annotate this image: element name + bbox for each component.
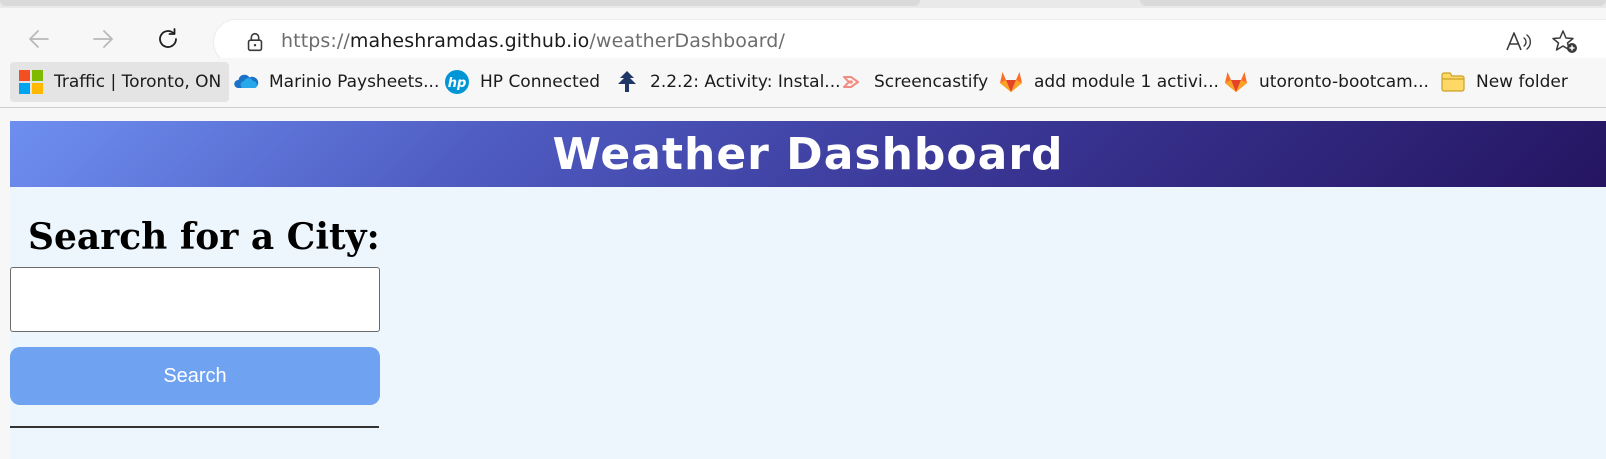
svg-text:hp: hp [448,76,467,91]
bookmark-label: Marinio Paysheets... [269,72,440,92]
bookmark-label: add module 1 activi... [1034,72,1219,92]
browser-tab[interactable] [1140,0,1606,6]
refresh-button[interactable] [151,22,185,56]
favorite-star-icon[interactable] [1551,29,1579,55]
bookmark-label: utoronto-bootcam... [1259,72,1429,92]
lock-icon[interactable] [242,29,268,55]
url-scheme: https:// [281,30,350,52]
bookmark-label: HP Connected [480,72,600,92]
bookmark-utoronto-bootcamp[interactable]: utoronto-bootcam... [1215,62,1437,102]
back-arrow-icon [29,30,49,48]
bookmark-new-folder[interactable]: New folder [1432,62,1576,102]
url-host: maheshramdas.github.io [349,30,590,52]
browser-toolbar: https://maheshramdas.github.io/weatherDa… [0,8,1606,64]
bookmark-label: 2.2.2: Activity: Instal... [650,72,841,92]
weather-dashboard-page: Weather Dashboard Search for a City: Sea… [10,121,1606,459]
search-button[interactable]: Search [10,347,380,405]
browser-tab[interactable] [0,0,920,6]
bookmark-label: Traffic | Toronto, ON [54,72,222,92]
bookmark-hp-connected[interactable]: hp HP Connected [436,62,608,102]
bookmark-add-module-activity[interactable]: add module 1 activi... [990,62,1227,102]
tab-strip [0,0,1606,8]
uoft-tree-icon [614,69,640,95]
forward-button[interactable] [86,22,120,56]
bookmark-screencastify[interactable]: Screencastify [830,62,996,102]
microsoft-logo-icon [18,69,44,95]
read-aloud-icon[interactable] [1504,29,1532,55]
onedrive-cloud-icon [233,69,259,95]
url-path: /weatherDashboard/ [589,30,785,52]
page-viewport: Weather Dashboard Search for a City: Sea… [0,108,1606,459]
refresh-icon [159,28,177,48]
forward-arrow-icon [93,30,113,48]
gitlab-fox-icon [998,69,1024,95]
bookmarks-bar: Traffic | Toronto, ON Marinio Paysheets.… [0,58,1606,108]
gitlab-fox-icon [1223,69,1249,95]
bookmark-label: Screencastify [874,72,989,92]
hp-logo-icon: hp [444,69,470,95]
page-header: Weather Dashboard [10,121,1606,187]
screencastify-icon [838,69,864,95]
url-text[interactable]: https://maheshramdas.github.io/weatherDa… [281,30,785,52]
folder-icon [1440,69,1466,95]
search-heading: Search for a City: [28,216,380,258]
bookmark-label: New folder [1476,72,1568,92]
bookmark-marinio-paysheets[interactable]: Marinio Paysheets... [225,62,447,102]
bookmark-activity-install[interactable]: 2.2.2: Activity: Instal... [606,62,849,102]
search-divider [10,426,379,428]
page-title: Weather Dashboard [552,128,1064,180]
back-button[interactable] [22,22,56,56]
bookmark-traffic-toronto[interactable]: Traffic | Toronto, ON [10,62,230,102]
city-search-input[interactable] [10,267,380,332]
